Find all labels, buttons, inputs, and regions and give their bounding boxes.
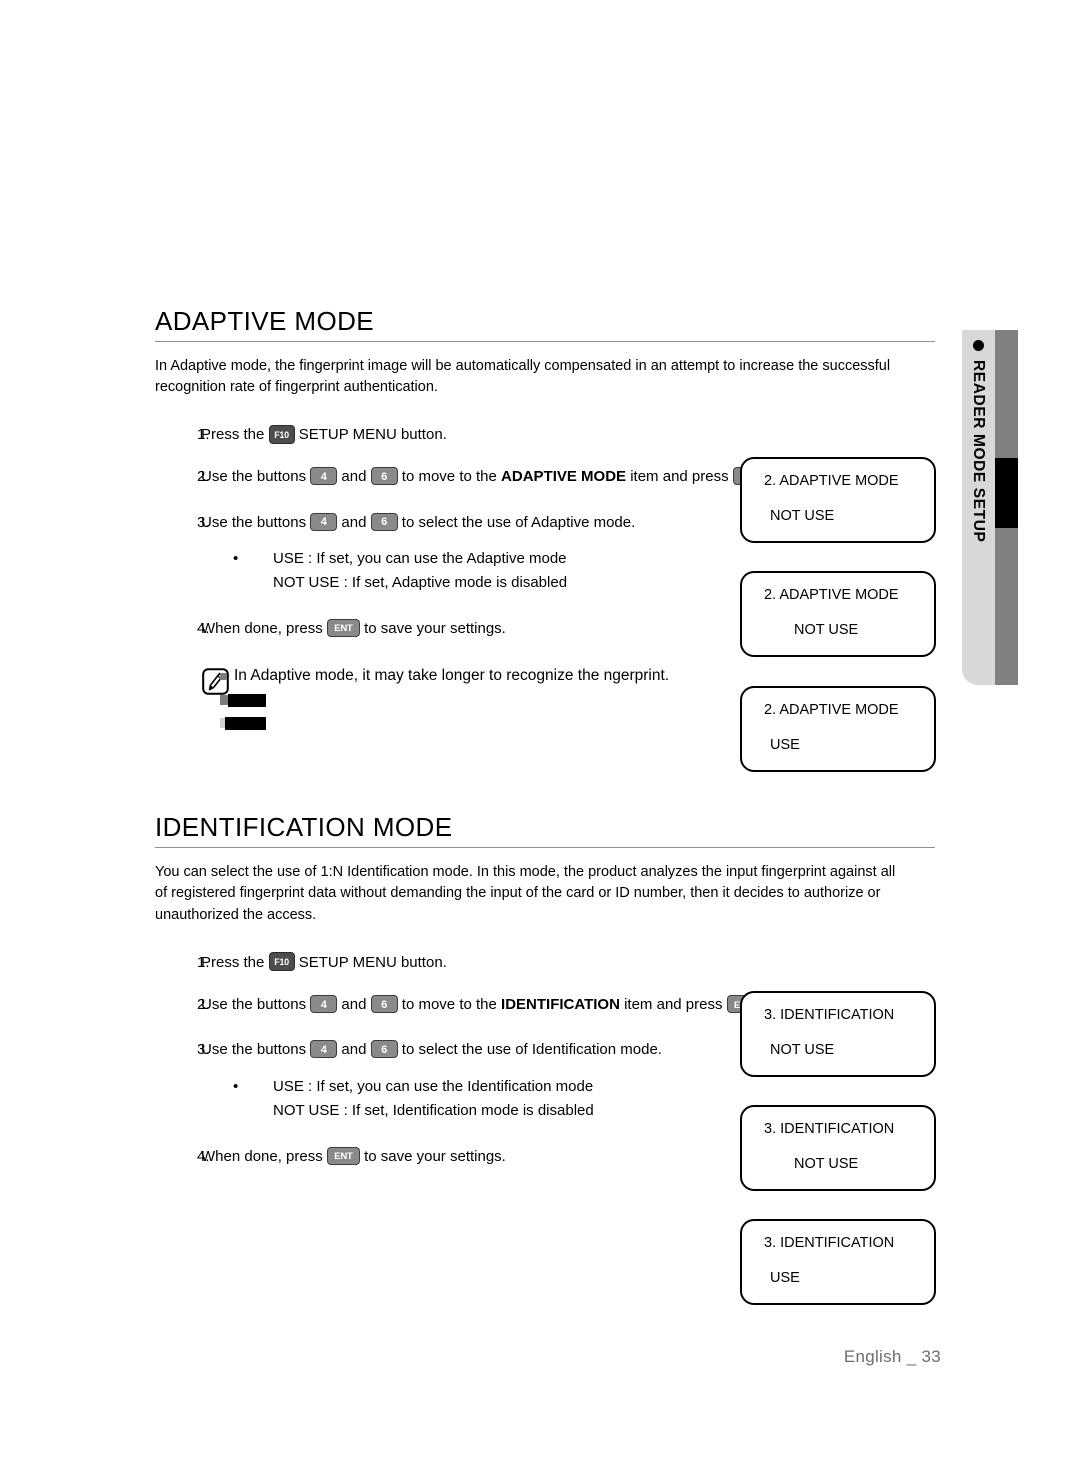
lcd-value: NOT USE <box>794 1156 859 1173</box>
step-item: 2. Use the buttons 4 and 6 to move to th… <box>155 993 801 1016</box>
page-footer: English _ 33 <box>0 1347 941 1367</box>
bullet-dot-icon: • <box>233 1077 239 1095</box>
filled-circle-icon <box>973 340 984 351</box>
key-6-icon[interactable]: 6 <box>370 995 398 1014</box>
intro-paragraph-adaptive: In Adaptive mode, the fingerprint image … <box>155 357 891 396</box>
f10-key-icon[interactable]: F10 <box>268 952 295 972</box>
lcd-screen: 2. ADAPTIVE MODE NOT USE <box>740 457 936 543</box>
square-bullet-icon <box>220 673 227 681</box>
note-text: In Adaptive mode, it may take longer to … <box>234 667 670 685</box>
side-tab-text: READER MODE SETUP <box>962 330 995 685</box>
square-bullet-icon <box>220 695 228 706</box>
step-text-part: and <box>341 996 367 1014</box>
step-text: Press the F10 SETUP MENU button. <box>201 951 945 974</box>
side-tab-marker <box>995 458 1018 528</box>
title-divider <box>155 340 935 342</box>
redacted-bar <box>228 694 266 708</box>
step-text-part: to save your settings. <box>364 619 506 637</box>
lcd-title: 3. IDENTIFICATION <box>764 1235 895 1251</box>
side-tab: READER MODE SETUP <box>962 330 1022 685</box>
footer-language: English _ <box>843 1347 917 1366</box>
step-text-part: Use the buttons <box>201 513 307 531</box>
key-6-icon[interactable]: 6 <box>370 512 398 531</box>
side-tab-label: READER MODE SETUP <box>970 360 988 543</box>
bullet-text-use: USE : If set, you can use the Identifica… <box>273 1077 594 1095</box>
lcd-screen: 3. IDENTIFICATION USE <box>740 1219 936 1305</box>
key-4-icon[interactable]: 4 <box>310 1040 338 1059</box>
menu-item-name: IDENTIFICATION <box>501 996 620 1014</box>
f10-key-icon[interactable]: F10 <box>268 424 295 444</box>
lcd-title: 2. ADAPTIVE MODE <box>764 587 899 603</box>
lcd-value: NOT USE <box>794 622 859 639</box>
step-text-part: and <box>341 1041 367 1059</box>
step-text-part: and <box>341 468 367 486</box>
key-4-icon[interactable]: 4 <box>310 512 338 531</box>
step-text-part: to select the use of Adaptive mode. <box>401 513 636 531</box>
key-4-icon[interactable]: 4 <box>310 995 338 1014</box>
step-text-part: item and press <box>630 468 729 486</box>
step-text-part: Use the buttons <box>201 468 307 486</box>
intro-paragraph-identification: You can select the use of 1:N Identifica… <box>155 863 896 924</box>
lcd-title: 2. ADAPTIVE MODE <box>764 702 899 718</box>
manual-page: READER MODE SETUP ADAPTIVE MODE In Adapt… <box>0 0 1080 1479</box>
step-text-part: SETUP MENU button. <box>298 953 447 971</box>
lcd-value: NOT USE <box>770 508 835 525</box>
step-text: Press the F10 SETUP MENU button. <box>201 423 945 446</box>
lcd-title: 3. IDENTIFICATION <box>764 1007 895 1023</box>
bullet-text-use: USE : If set, you can use the Adaptive m… <box>273 549 567 567</box>
title-divider <box>155 846 935 848</box>
redacted-bar <box>225 717 266 731</box>
lcd-title: 2. ADAPTIVE MODE <box>764 473 899 489</box>
lcd-screen: 3. IDENTIFICATION NOT USE <box>740 1105 936 1191</box>
step-text-part: to move to the <box>401 468 497 486</box>
step-text: Use the buttons 4 and 6 to move to the A… <box>201 465 801 488</box>
ent-key-icon[interactable]: ENT <box>326 618 360 637</box>
footer-page-number: 33 <box>921 1347 941 1366</box>
ent-key-icon[interactable]: ENT <box>326 1146 360 1165</box>
key-6-icon[interactable]: 6 <box>370 467 398 486</box>
key-6-icon[interactable]: 6 <box>370 1040 398 1059</box>
step-text: Use the buttons 4 and 6 to move to the I… <box>201 993 801 1016</box>
step-text-part: and <box>341 513 367 531</box>
step-text-part: Use the buttons <box>201 996 307 1014</box>
page-title-identification: IDENTIFICATION MODE <box>155 812 453 842</box>
step-text-part: When done, press <box>201 619 323 637</box>
key-4-icon[interactable]: 4 <box>310 467 338 486</box>
step-item: 1. Press the F10 SETUP MENU button. <box>155 423 945 446</box>
step-item: 1. Press the F10 SETUP MENU button. <box>155 951 945 974</box>
lcd-screen: 2. ADAPTIVE MODE USE <box>740 686 936 772</box>
lcd-value: NOT USE <box>770 1042 835 1059</box>
step-text-part: to select the use of Identification mode… <box>401 1041 662 1059</box>
lcd-value: USE <box>770 737 800 754</box>
step-text-part: to move to the <box>401 996 497 1014</box>
step-text-part: When done, press <box>201 1147 323 1165</box>
note-text-line: In Adaptive mode, it may take longer to … <box>220 666 945 686</box>
step-text-part: to save your settings. <box>364 1147 506 1165</box>
step-text-part: Press the <box>201 953 265 971</box>
step-text-part: SETUP MENU button. <box>298 426 447 444</box>
lcd-title: 3. IDENTIFICATION <box>764 1121 895 1137</box>
step-text-part: item and press <box>624 996 723 1014</box>
lcd-screen: 3. IDENTIFICATION NOT USE <box>740 991 936 1077</box>
page-title-adaptive: ADAPTIVE MODE <box>155 306 375 336</box>
lcd-screen: 2. ADAPTIVE MODE NOT USE <box>740 571 936 657</box>
menu-item-name: ADAPTIVE MODE <box>501 468 627 486</box>
step-text-part: Use the buttons <box>201 1041 307 1059</box>
lcd-value: USE <box>770 1270 800 1287</box>
step-text-part: Press the <box>201 426 265 444</box>
step-item: 2. Use the buttons 4 and 6 to move to th… <box>155 465 801 488</box>
bullet-dot-icon: • <box>233 549 239 567</box>
